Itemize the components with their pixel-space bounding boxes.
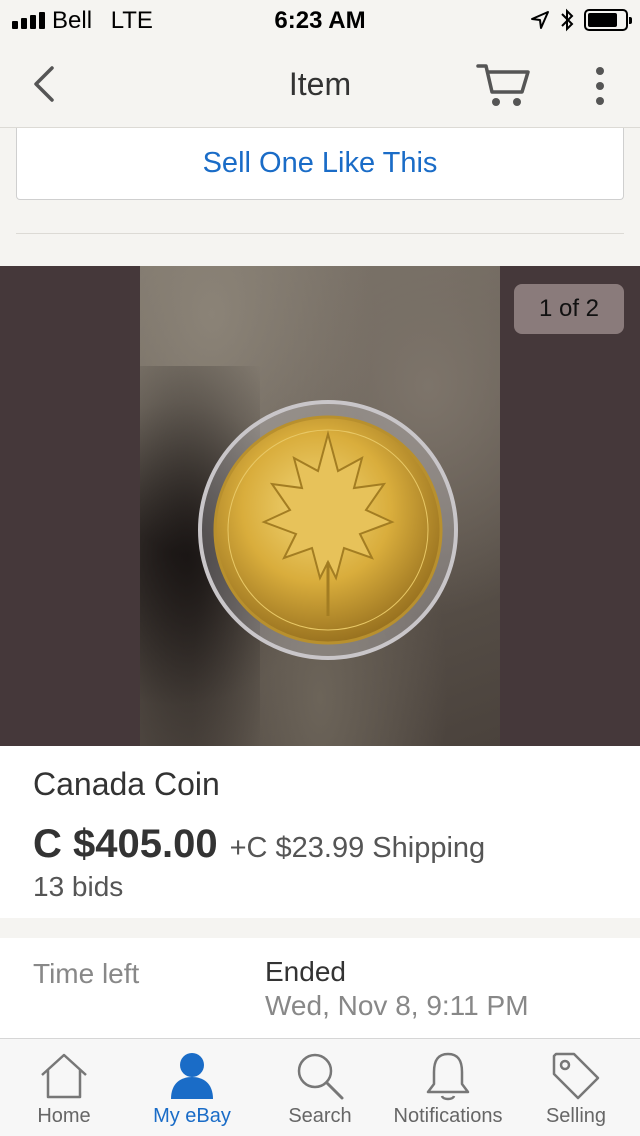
nav-bar: Item — [0, 40, 640, 128]
tab-my-ebay-label: My eBay — [153, 1105, 231, 1127]
cart-icon — [476, 64, 530, 106]
coin-image — [198, 400, 458, 660]
home-icon — [41, 1053, 87, 1099]
time-left-section: Time left Ended Wed, Nov 8, 9:11 PM — [0, 938, 640, 1038]
more-button[interactable] — [582, 62, 618, 110]
tab-selling[interactable]: Selling — [512, 1039, 640, 1136]
tab-my-ebay[interactable]: My eBay — [128, 1039, 256, 1136]
end-date: Wed, Nov 8, 9:11 PM — [265, 990, 529, 1021]
page-title: Item — [288, 66, 352, 102]
tag-icon — [552, 1052, 600, 1100]
bluetooth-icon — [561, 8, 574, 32]
item-title: Canada Coin — [33, 766, 220, 802]
tab-notifications-label: Notifications — [393, 1105, 503, 1127]
bid-count[interactable]: 13 bids — [33, 871, 123, 903]
tab-selling-label: Selling — [545, 1105, 607, 1127]
sell-one-like-this-button[interactable]: Sell One Like This — [16, 128, 624, 200]
search-icon — [297, 1053, 344, 1100]
item-price: C $405.00 — [33, 822, 218, 866]
tab-search[interactable]: Search — [256, 1039, 384, 1136]
person-icon — [171, 1053, 213, 1099]
more-vertical-icon — [596, 67, 604, 75]
image-counter-badge: 1 of 2 — [514, 284, 624, 334]
tab-bar: Home My eBay Search Notifications Sellin… — [0, 1038, 640, 1136]
tab-search-label: Search — [288, 1105, 352, 1127]
status-bar: Bell LTE 6:23 AM — [0, 0, 640, 40]
coin-photo[interactable] — [140, 266, 500, 746]
location-arrow-icon — [531, 11, 549, 29]
battery-icon — [584, 9, 632, 31]
item-summary: Canada Coin C $405.00 +C $23.99 Shipping… — [0, 746, 640, 918]
price-row: C $405.00 +C $23.99 Shipping — [33, 822, 485, 867]
status-icons — [530, 8, 632, 32]
tab-home[interactable]: Home — [0, 1039, 128, 1136]
image-gallery[interactable] — [0, 266, 640, 746]
bell-icon — [426, 1052, 470, 1101]
shipping-cost: +C $23.99 Shipping — [229, 832, 486, 864]
auction-status: Ended — [265, 956, 346, 987]
time-left-label: Time left — [33, 958, 140, 989]
divider — [16, 233, 624, 234]
cart-button[interactable] — [474, 58, 534, 110]
tab-home-label: Home — [37, 1105, 91, 1127]
tab-notifications[interactable]: Notifications — [384, 1039, 512, 1136]
